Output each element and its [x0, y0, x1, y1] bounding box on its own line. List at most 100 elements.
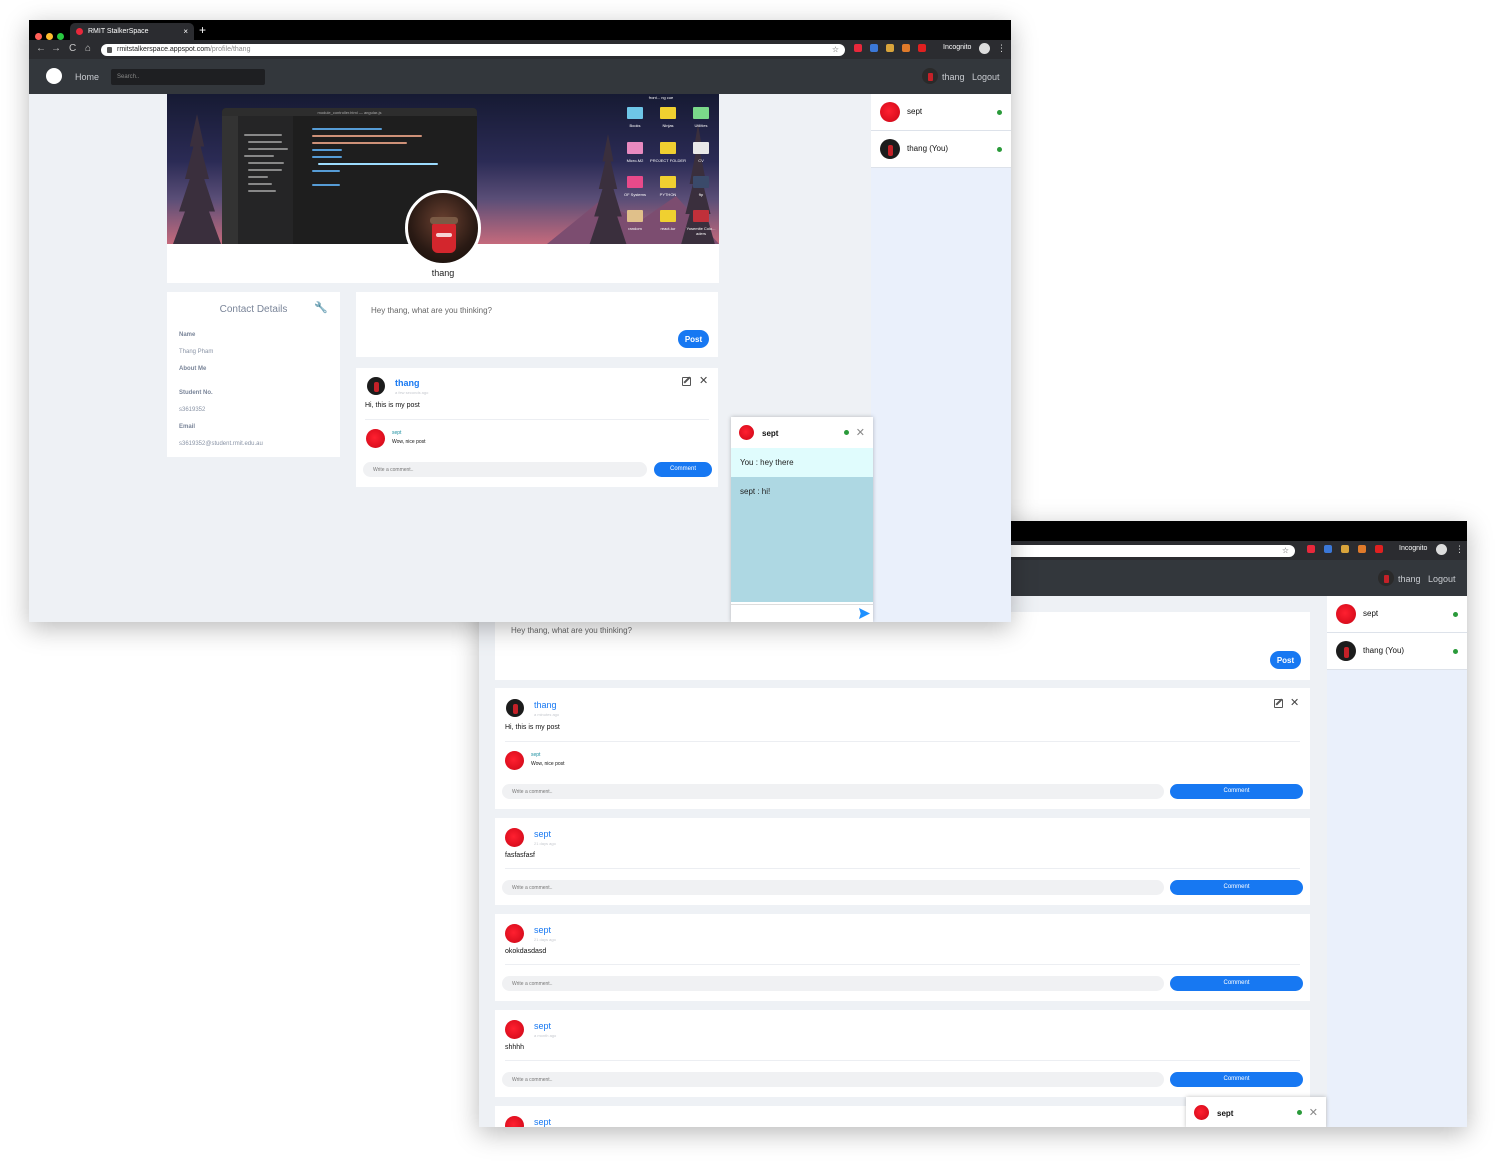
logout-link[interactable]: Logout: [972, 72, 1000, 82]
close-window-button[interactable]: [35, 33, 42, 40]
post-button[interactable]: Post: [678, 330, 709, 348]
edit-icon[interactable]: [682, 377, 691, 386]
comment-author[interactable]: sept: [392, 430, 401, 436]
user-avatar[interactable]: [922, 68, 938, 84]
compose-input[interactable]: Hey thang, what are you thinking?: [511, 626, 632, 635]
folder-icon: [660, 210, 676, 222]
extension-icon[interactable]: [854, 44, 862, 52]
extension-icon[interactable]: [1324, 545, 1332, 553]
post-author[interactable]: sept: [534, 1117, 551, 1127]
brand-logo[interactable]: [46, 68, 62, 84]
chat-message-you: You : hey there: [731, 448, 873, 477]
desktop-folder-label: Utilities: [694, 123, 708, 128]
compose-input[interactable]: Hey thang, what are you thinking?: [371, 306, 492, 315]
sidebar-user-thang[interactable]: thang (You): [1327, 633, 1467, 670]
back-icon[interactable]: ←: [36, 43, 46, 54]
extension-icon[interactable]: [1307, 545, 1315, 553]
comment-button[interactable]: Comment: [1170, 784, 1303, 799]
divider: [505, 964, 1300, 965]
file-tree-line: [248, 162, 284, 164]
send-icon[interactable]: [859, 608, 870, 619]
extension-icon[interactable]: [918, 44, 926, 52]
edit-icon[interactable]: [1274, 699, 1283, 708]
post-author[interactable]: thang: [395, 378, 420, 388]
url-path: /profile/thang: [209, 46, 251, 53]
comment-input[interactable]: Write a comment..: [502, 1072, 1164, 1087]
avatar: [1336, 641, 1356, 661]
star-icon[interactable]: ☆: [832, 45, 839, 54]
folder-icon: [693, 210, 709, 222]
sidebar-user-sept[interactable]: sept: [1327, 596, 1467, 633]
email-label: Email: [179, 424, 196, 430]
home-link[interactable]: Home: [75, 72, 99, 82]
home-icon[interactable]: ⌂: [85, 43, 91, 54]
url-field[interactable]: rmitstalkerspace.appspot.com/profile/tha…: [101, 44, 845, 56]
extension-icon[interactable]: [886, 44, 894, 52]
post-time: 21 days ago: [534, 937, 556, 942]
extension-icon[interactable]: [902, 44, 910, 52]
extension-icon[interactable]: [1375, 545, 1383, 553]
close-icon[interactable]: ✕: [1309, 1106, 1318, 1119]
browser-menu-icon[interactable]: ⋮: [1455, 544, 1464, 555]
comment-button[interactable]: Comment: [1170, 976, 1303, 991]
comment-author[interactable]: sept: [531, 752, 540, 758]
divider: [365, 419, 709, 420]
chat-header[interactable]: sept ✕: [1186, 1097, 1326, 1127]
comment-input[interactable]: Write a comment..: [502, 784, 1164, 799]
post-author[interactable]: sept: [534, 1021, 551, 1031]
sidebar-user-sept[interactable]: sept: [871, 94, 1011, 131]
nav-username[interactable]: thang: [942, 72, 965, 82]
forward-icon[interactable]: →: [51, 43, 61, 54]
name-value: Thang Pham: [179, 349, 214, 355]
chat-window-minimized[interactable]: sept ✕: [1186, 1097, 1326, 1127]
comment-input[interactable]: Write a comment..: [363, 462, 647, 477]
extension-icon[interactable]: [1341, 545, 1349, 553]
avatar: [505, 1020, 524, 1039]
new-tab-button[interactable]: +: [199, 23, 206, 37]
close-icon[interactable]: ✕: [699, 374, 708, 387]
close-icon[interactable]: ✕: [856, 426, 865, 439]
comment-button[interactable]: Comment: [1170, 880, 1303, 895]
logout-link[interactable]: Logout: [1428, 574, 1456, 584]
sidebar-user-thang[interactable]: thang (You): [871, 131, 1011, 168]
url-host: rmitstalkerspace.appspot.com: [117, 46, 210, 53]
comment-text: Wow, nice post: [531, 761, 565, 767]
post-text: shhhh: [505, 1044, 525, 1051]
online-indicator: [1453, 649, 1458, 654]
editor-activity-bar: [222, 116, 238, 244]
user-avatar[interactable]: [1378, 570, 1394, 586]
tab-favicon: [76, 28, 83, 35]
comment-input[interactable]: Write a comment..: [502, 976, 1164, 991]
browser-tab[interactable]: RMIT StalkerSpace ×: [70, 23, 194, 40]
wrench-icon[interactable]: 🔧: [314, 301, 328, 314]
desktop-folder-label: react-tur: [660, 226, 676, 231]
comment-button[interactable]: Comment: [654, 462, 712, 477]
post-author[interactable]: sept: [534, 925, 551, 935]
post-author[interactable]: sept: [534, 829, 551, 839]
code-line: [312, 135, 422, 137]
post-author[interactable]: thang: [534, 700, 557, 710]
profile-picture[interactable]: [405, 190, 481, 266]
minimize-window-button[interactable]: [46, 33, 53, 40]
comment-input[interactable]: Write a comment..: [502, 880, 1164, 895]
star-icon[interactable]: ☆: [1282, 546, 1289, 555]
extension-icon[interactable]: [870, 44, 878, 52]
reload-icon[interactable]: C: [69, 43, 76, 54]
chat-input[interactable]: [731, 604, 873, 622]
avatar: [506, 699, 524, 717]
search-input[interactable]: Search..: [111, 69, 265, 85]
nav-username[interactable]: thang: [1398, 574, 1421, 584]
maximize-window-button[interactable]: [57, 33, 64, 40]
tab-close-icon[interactable]: ×: [183, 27, 188, 36]
browser-menu-icon[interactable]: ⋮: [997, 43, 1006, 54]
sidebar-user-name: thang (You): [907, 144, 949, 153]
comment-button[interactable]: Comment: [1170, 1072, 1303, 1087]
sidebar-user-name: thang (You): [1363, 646, 1405, 655]
folder-icon: [627, 176, 643, 188]
close-icon[interactable]: ✕: [1290, 696, 1299, 709]
chat-header[interactable]: sept ✕: [731, 417, 873, 448]
post-button[interactable]: Post: [1270, 651, 1301, 669]
extension-icon[interactable]: [1358, 545, 1366, 553]
incognito-label: Incognito: [943, 44, 972, 51]
email-value: s3619352@student.rmit.edu.au: [179, 441, 263, 447]
